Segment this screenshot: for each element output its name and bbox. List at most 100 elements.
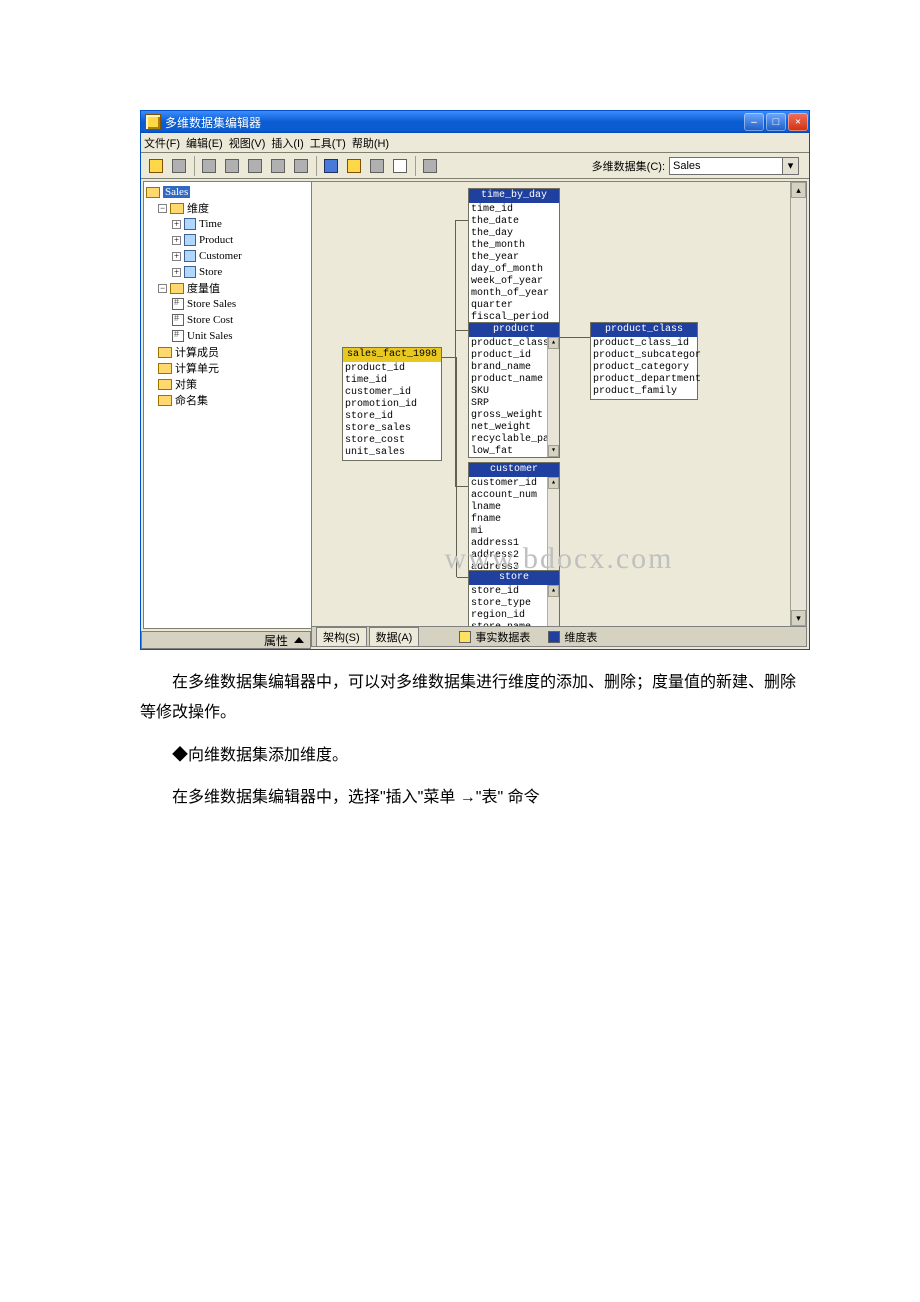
tree-meas-folder[interactable]: − 度量值 (146, 280, 310, 296)
tool-btn[interactable] (198, 155, 220, 177)
collapse-icon[interactable]: − (158, 204, 167, 213)
bottom-tab-strip: 架构(S) 数据(A) 事实数据表 维度表 (311, 627, 807, 647)
column-list: product_id time_id customer_id promotion… (343, 362, 441, 460)
window-title: 多维数据集编辑器 (165, 114, 261, 131)
folder-icon (170, 283, 184, 294)
tool-btn[interactable] (419, 155, 441, 177)
scroll-up-icon[interactable]: ▴ (548, 337, 559, 349)
column-list: product_class_id product_subcategor prod… (591, 337, 697, 399)
dimension-icon (184, 234, 196, 246)
table-sales-fact-1998[interactable]: sales_fact_1998 product_id time_id custo… (342, 347, 442, 461)
folder-icon (158, 395, 172, 406)
dropdown-icon[interactable]: ▾ (782, 158, 798, 174)
measure-icon (172, 330, 184, 342)
tool-btn[interactable] (320, 155, 342, 177)
app-icon (145, 114, 161, 130)
properties-header[interactable]: 属性 (141, 631, 311, 649)
tree-dim-customer[interactable]: +Customer (146, 248, 310, 264)
expand-icon[interactable]: + (172, 252, 181, 261)
legend-dim-label: 维度表 (564, 629, 597, 645)
cube-editor-window: 多维数据集编辑器 – □ × 文件(F) 编辑(E) 视图(V) 插入(I) 工… (140, 110, 810, 650)
tool-btn[interactable] (389, 155, 411, 177)
tool-btn[interactable] (290, 155, 312, 177)
minimize-button[interactable]: – (744, 113, 764, 131)
measure-icon (172, 314, 184, 326)
folder-icon (158, 347, 172, 358)
legend-fact-label: 事实数据表 (475, 629, 530, 645)
table-header: store (469, 571, 559, 585)
paragraph-1: 在多维数据集编辑器中，可以对多维数据集进行维度的添加、删除；度量值的新建、删除等… (140, 668, 800, 729)
legend-fact-swatch (459, 631, 471, 643)
tool-btn[interactable] (221, 155, 243, 177)
tool-btn[interactable] (366, 155, 388, 177)
maximize-button[interactable]: □ (766, 113, 786, 131)
menu-view[interactable]: 视图(V) (229, 135, 266, 151)
expand-icon[interactable]: + (172, 220, 181, 229)
tree-meas-sales[interactable]: Store Sales (146, 296, 310, 312)
table-header: time_by_day (469, 189, 559, 203)
menu-bar: 文件(F) 编辑(E) 视图(V) 插入(I) 工具(T) 帮助(H) (141, 133, 809, 153)
tree-dim-time[interactable]: +Time (146, 216, 310, 232)
tab-data[interactable]: 数据(A) (369, 627, 420, 646)
cube-icon (146, 187, 160, 198)
table-product[interactable]: product product_class_id product_id bran… (468, 322, 560, 458)
title-bar[interactable]: 多维数据集编辑器 – □ × (141, 111, 809, 133)
tool-btn[interactable] (168, 155, 190, 177)
properties-label: 属性 (264, 632, 288, 649)
table-store[interactable]: store store_id store_type region_id stor… (468, 570, 560, 627)
schema-diagram[interactable]: sales_fact_1998 product_id time_id custo… (311, 181, 807, 627)
tool-btn[interactable] (145, 155, 167, 177)
column-list: product_class_id product_id brand_name p… (469, 337, 559, 457)
cube-combo[interactable]: Sales ▾ (669, 157, 799, 175)
tree-named-set[interactable]: 命名集 (146, 392, 310, 408)
close-button[interactable]: × (788, 113, 808, 131)
tree-dim-product[interactable]: +Product (146, 232, 310, 248)
tree-dims-folder[interactable]: − 维度 (146, 200, 310, 216)
scroll-down-icon[interactable]: ▾ (548, 445, 559, 457)
measure-icon (172, 298, 184, 310)
tool-btn[interactable] (267, 155, 289, 177)
scroll-up-icon[interactable]: ▴ (548, 585, 559, 597)
dimension-icon (184, 250, 196, 262)
tab-schema[interactable]: 架构(S) (316, 627, 367, 646)
table-time-by-day[interactable]: time_by_day time_id the_date the_day the… (468, 188, 560, 326)
expand-up-icon (294, 637, 304, 643)
legend-dim-swatch (548, 631, 560, 643)
tree-meas-units[interactable]: Unit Sales (146, 328, 310, 344)
menu-edit[interactable]: 编辑(E) (186, 135, 223, 151)
table-header: sales_fact_1998 (343, 348, 441, 362)
menu-tools[interactable]: 工具(T) (310, 135, 346, 151)
menu-help[interactable]: 帮助(H) (352, 135, 389, 151)
vertical-scrollbar[interactable]: ▴ ▾ (790, 182, 806, 626)
expand-icon[interactable]: + (172, 236, 181, 245)
tree-calc-cell[interactable]: 计算单元 (146, 360, 310, 376)
folder-icon (158, 379, 172, 390)
tree-root[interactable]: Sales (146, 184, 310, 200)
scroll-down-icon[interactable]: ▾ (791, 610, 806, 626)
table-header: product (469, 323, 559, 337)
folder-icon (158, 363, 172, 374)
expand-icon[interactable]: + (172, 268, 181, 277)
table-product-class[interactable]: product_class product_class_id product_s… (590, 322, 698, 400)
tool-btn[interactable] (244, 155, 266, 177)
table-header: customer (469, 463, 559, 477)
scroll-up-icon[interactable]: ▴ (548, 477, 559, 489)
scroll-up-icon[interactable]: ▴ (791, 182, 806, 198)
scrollbar[interactable]: ▴▾ (547, 585, 559, 627)
dimension-icon (184, 218, 196, 230)
tree-dim-store[interactable]: +Store (146, 264, 310, 280)
tree-panel: Sales − 维度 +Time +Product +Customer +Sto… (143, 181, 313, 629)
column-list: store_id store_type region_id store_name… (469, 585, 559, 627)
tree-meas-cost[interactable]: Store Cost (146, 312, 310, 328)
dimension-icon (184, 266, 196, 278)
tree-action[interactable]: 对策 (146, 376, 310, 392)
paragraph-2: ◆向维数据集添加维度。 (140, 741, 800, 771)
collapse-icon[interactable]: − (158, 284, 167, 293)
tree-calc-member[interactable]: 计算成员 (146, 344, 310, 360)
tool-btn[interactable] (343, 155, 365, 177)
toolbar: 多维数据集(C): Sales ▾ (141, 153, 809, 179)
menu-insert[interactable]: 插入(I) (271, 135, 303, 151)
paragraph-3: 在多维数据集编辑器中，选择"插入"菜单 →"表" 命令 (140, 783, 800, 813)
scrollbar[interactable]: ▴▾ (547, 337, 559, 457)
menu-file[interactable]: 文件(F) (144, 135, 180, 151)
